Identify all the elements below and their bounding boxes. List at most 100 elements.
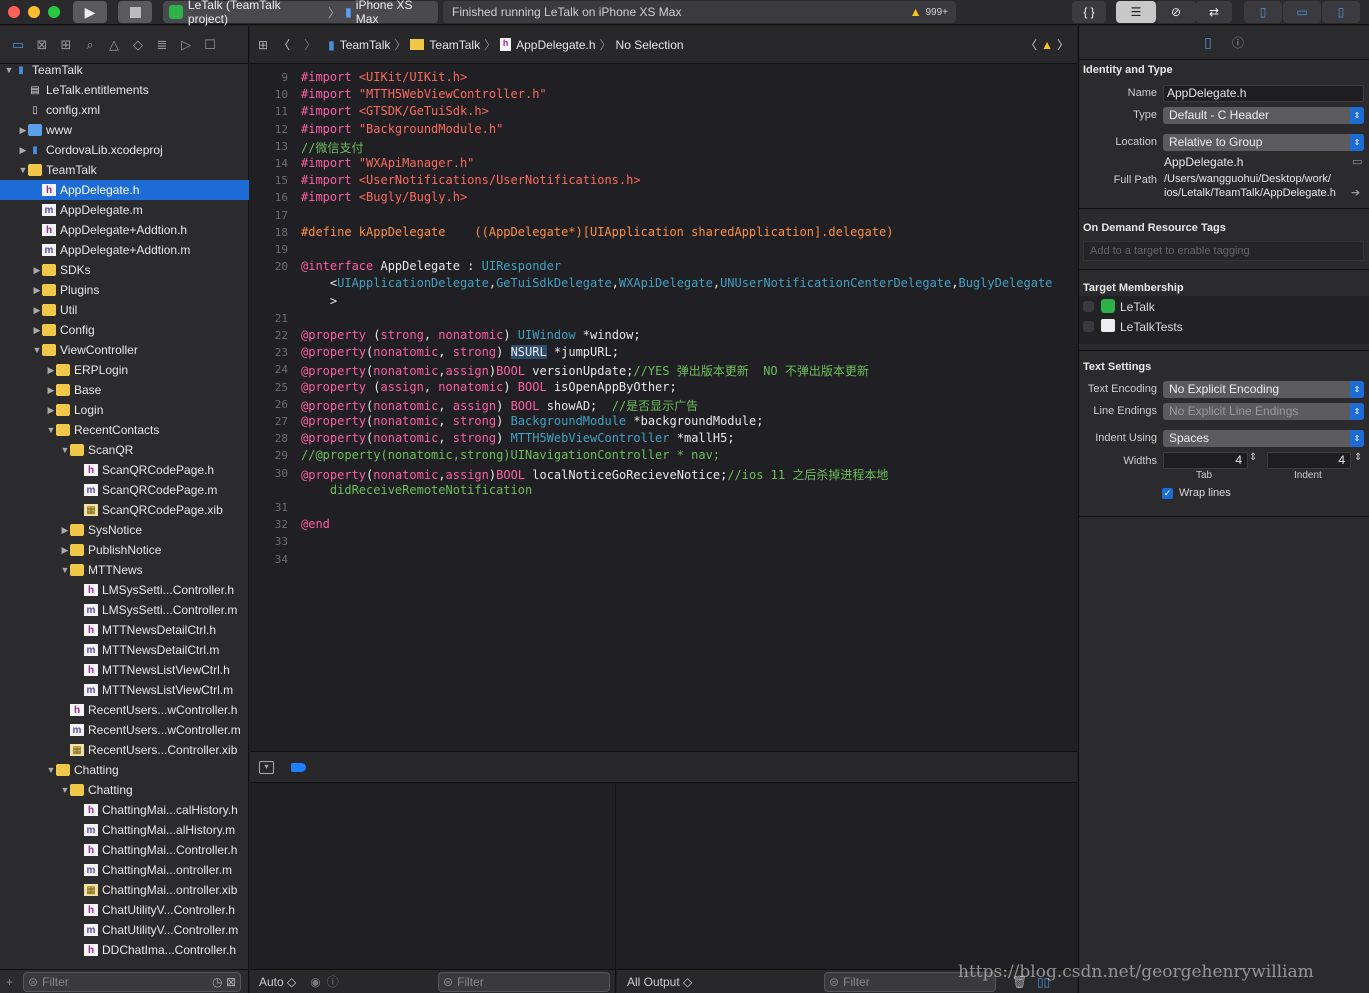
disclosure-collapsed-icon[interactable]: ▶ [46, 365, 56, 376]
breadcrumb-group[interactable]: TeamTalk [429, 38, 480, 52]
disclosure-collapsed-icon[interactable]: ▶ [60, 525, 70, 536]
file-tree-row[interactable]: m RecentUsers...wController.m [0, 720, 249, 740]
debug-icon[interactable]: ≣ [154, 37, 170, 53]
recent-files-icon[interactable]: ◷ ⊠ [212, 975, 236, 989]
file-tree-row[interactable]: h DDChatIma...Controller.h [0, 940, 249, 960]
disclosure-expanded-icon[interactable]: ▼ [4, 65, 14, 75]
disclosure-expanded-icon[interactable]: ▼ [46, 425, 56, 435]
wrap-lines-checkbox[interactable]: ✓ [1162, 488, 1173, 499]
file-tree-row[interactable]: ▶ www [0, 120, 249, 140]
file-tree-row[interactable]: ▼ RecentContacts [0, 420, 249, 440]
file-tree-row[interactable]: h ChattingMai...Controller.h [0, 840, 249, 860]
breadcrumb-symbol[interactable]: No Selection [616, 38, 684, 52]
file-tree-row[interactable]: ▦ ChattingMai...ontroller.xib [0, 880, 249, 900]
output-filter-popup[interactable]: All Output ◇ [627, 975, 692, 989]
file-tree-row[interactable]: m ChatUtilityV...Controller.m [0, 920, 249, 940]
file-tree-row[interactable]: h ChattingMai...calHistory.h [0, 800, 249, 820]
disclosure-expanded-icon[interactable]: ▼ [32, 345, 42, 355]
reveal-in-finder-icon[interactable]: ➔ [1351, 186, 1360, 199]
file-tree-row[interactable]: h LMSysSetti...Controller.h [0, 580, 249, 600]
disclosure-collapsed-icon[interactable]: ▶ [60, 545, 70, 556]
indent-stepper[interactable]: ⇕ [1354, 452, 1362, 463]
breadcrumb-project[interactable]: TeamTalk [340, 38, 391, 52]
info-icon[interactable]: ⓘ [327, 973, 339, 990]
disclosure-expanded-icon[interactable]: ▼ [60, 445, 70, 455]
add-icon[interactable]: + [6, 975, 13, 989]
variables-scope-popup[interactable]: Auto ◇ [259, 975, 296, 989]
hide-debug-area-icon[interactable]: ▾ [259, 761, 274, 774]
related-items-icon[interactable]: ⊞ [258, 38, 268, 52]
warning-icon[interactable]: ▲ [1041, 38, 1053, 52]
location-popup[interactable]: Relative to Group ⇕ [1163, 134, 1364, 151]
file-tree-row[interactable]: ▼ MTTNews [0, 560, 249, 580]
library-button[interactable]: { } [1072, 1, 1106, 23]
zoom-window-button[interactable] [48, 6, 60, 18]
symbol-icon[interactable]: ⊞ [58, 37, 74, 53]
line-endings-popup[interactable]: No Explicit Line Endings ⇕ [1163, 403, 1364, 420]
folder-icon[interactable]: ▭ [10, 37, 26, 53]
file-tree-row[interactable]: h ChatUtilityV...Controller.h [0, 900, 249, 920]
file-tree-row[interactable]: ▶ ▮ CordovaLib.xcodeproj [0, 140, 249, 160]
file-tree-row[interactable]: ▼ Chatting [0, 760, 249, 780]
file-inspector-icon[interactable]: ▯ [1204, 34, 1212, 51]
file-tree-row[interactable]: m ChattingMai...alHistory.m [0, 820, 249, 840]
file-tree-row[interactable]: ▦ RecentUsers...Controller.xib [0, 740, 249, 760]
folder-browse-icon[interactable]: ▭ [1352, 155, 1362, 168]
find-icon[interactable]: ⌕ [82, 37, 98, 53]
file-tree-row[interactable]: m AppDelegate.m [0, 200, 249, 220]
text-encoding-popup[interactable]: No Explicit Encoding ⇕ [1163, 381, 1364, 398]
file-tree-row[interactable]: h RecentUsers...wController.h [0, 700, 249, 720]
target-checkbox[interactable] [1083, 301, 1094, 312]
type-popup[interactable]: Default - C Header ⇕ [1163, 107, 1364, 124]
indent-width-field[interactable]: 4 [1267, 452, 1351, 469]
disclosure-collapsed-icon[interactable]: ▶ [46, 405, 56, 416]
file-tree-row[interactable]: m AppDelegate+Addtion.m [0, 240, 249, 260]
toggle-navigator-button[interactable]: ▯ [1244, 1, 1282, 23]
toggle-inspector-button[interactable]: ▯ [1322, 1, 1360, 23]
back-arrow-icon[interactable]: 〈 [278, 36, 290, 53]
test-icon[interactable]: ◇ [130, 37, 146, 53]
file-tree-row[interactable]: ▶ PublishNotice [0, 540, 249, 560]
file-tree-row[interactable]: m MTTNewsDetailCtrl.m [0, 640, 249, 660]
standard-editor-button[interactable]: ☰ [1116, 1, 1156, 23]
disclosure-expanded-icon[interactable]: ▼ [60, 785, 70, 795]
version-editor-button[interactable]: ⇄ [1196, 1, 1232, 23]
toggle-debug-area-button[interactable]: ▭ [1283, 1, 1321, 23]
file-tree-row[interactable]: ▶ SDKs [0, 260, 249, 280]
indent-using-popup[interactable]: Spaces ⇕ [1163, 430, 1364, 447]
breakpoints-toggle-icon[interactable] [291, 763, 306, 772]
close-window-button[interactable] [8, 6, 20, 18]
file-tree-row[interactable]: ▯ config.xml [0, 100, 249, 120]
file-tree-row[interactable]: h AppDelegate.h [0, 180, 249, 200]
disclosure-collapsed-icon[interactable]: ▶ [32, 325, 42, 336]
run-button[interactable]: ▶ [73, 1, 107, 23]
file-tree-row[interactable]: ▶ Util [0, 300, 249, 320]
scheme-selector[interactable]: LeTalk (TeamTalk project) 〉 ▮ iPhone XS … [163, 0, 438, 26]
navigator-filter[interactable]: ⊜ Filter ◷ ⊠ [23, 971, 242, 992]
file-tree-row[interactable]: ▼ ViewController [0, 340, 249, 360]
file-tree-row[interactable]: ▶ ERPLogin [0, 360, 249, 380]
file-tree-row[interactable]: m LMSysSetti...Controller.m [0, 600, 249, 620]
breakpoint-icon[interactable]: ▷ [178, 37, 194, 53]
file-tree-row[interactable]: h MTTNewsDetailCtrl.h [0, 620, 249, 640]
eye-icon[interactable]: ◉ [310, 975, 320, 989]
disclosure-collapsed-icon[interactable]: ▶ [32, 305, 42, 316]
next-issue-icon[interactable]: 〉 [1057, 36, 1069, 53]
disclosure-collapsed-icon[interactable]: ▶ [46, 385, 56, 396]
breadcrumb-file[interactable]: AppDelegate.h [516, 38, 595, 52]
tab-stepper[interactable]: ⇕ [1249, 452, 1257, 463]
file-tree-row[interactable]: ▼ TeamTalk [0, 160, 249, 180]
warnings-indicator[interactable]: ▲ 999+ [910, 5, 948, 19]
file-tree-row[interactable]: m MTTNewsListViewCtrl.m [0, 680, 249, 700]
file-tree-row[interactable]: h ScanQRCodePage.h [0, 460, 249, 480]
forward-arrow-icon[interactable]: 〉 [304, 36, 316, 53]
assistant-editor-button[interactable]: ⊘ [1156, 1, 1196, 23]
file-tree-row[interactable]: ▦ ScanQRCodePage.xib [0, 500, 249, 520]
report-icon[interactable]: ☐ [202, 37, 218, 53]
console-view[interactable] [617, 784, 1077, 969]
disclosure-collapsed-icon[interactable]: ▶ [18, 145, 28, 156]
name-field[interactable]: AppDelegate.h [1163, 85, 1364, 102]
disclosure-collapsed-icon[interactable]: ▶ [32, 285, 42, 296]
file-tree-row[interactable]: h MTTNewsListViewCtrl.h [0, 660, 249, 680]
source-control-icon[interactable]: ⊠ [34, 37, 50, 53]
